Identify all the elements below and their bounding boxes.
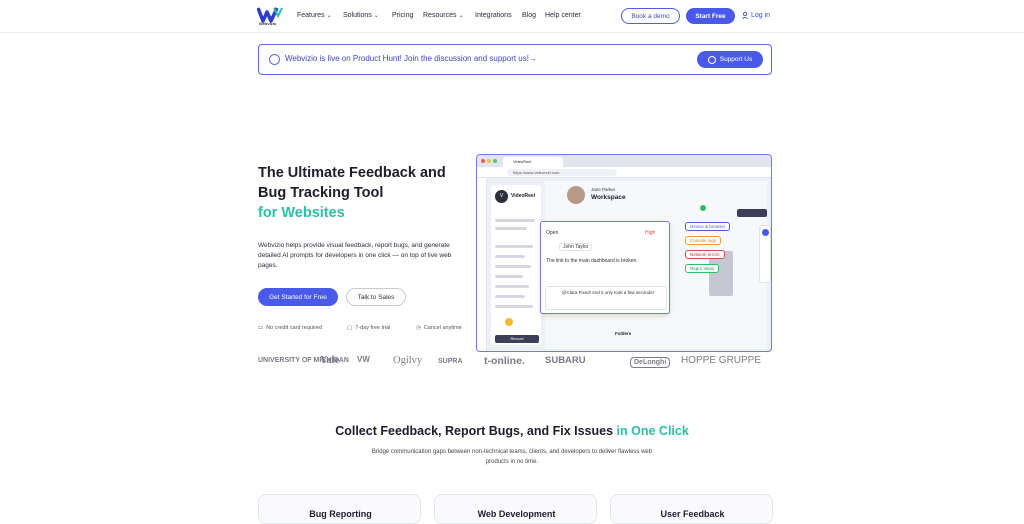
product-hunt-banner[interactable]: Webvizio is live on Product Hunt! Join t…: [258, 44, 772, 75]
logo-yale: Yale: [320, 355, 340, 366]
support-us-button[interactable]: Support Us: [697, 51, 763, 68]
tag-device-browser: Device & browser: [685, 222, 731, 231]
status-dropdown[interactable]: Open: [546, 230, 558, 236]
nav-pricing[interactable]: Pricing: [392, 12, 413, 19]
feature-trial: ▢ 7-day free trial: [347, 325, 391, 331]
chevron-down-icon: ⌄: [326, 13, 332, 19]
nav-integrations[interactable]: Integrations: [475, 12, 512, 19]
feedback-popup: Open High John Taylor The link to the ma…: [540, 221, 670, 314]
mockup-right-toolbar: [759, 225, 771, 283]
nav-blog[interactable]: Blog: [522, 12, 536, 19]
user-icon: [742, 12, 748, 19]
chevron-down-icon: ⌄: [373, 13, 379, 19]
comment-box: @Clara Fixed! And it only took a few sec…: [545, 286, 667, 310]
nav-solutions[interactable]: Solutions ⌄: [343, 12, 379, 19]
card-bug-reporting[interactable]: Bug Reporting: [258, 494, 421, 524]
browser-url-bar: https://www.videoreel.com: [477, 167, 771, 178]
logo-supra: SUPRA: [438, 358, 463, 365]
tag-repro-steps: Repro steps: [685, 264, 720, 273]
get-started-button[interactable]: Get Started for Free: [258, 288, 338, 306]
tag-network-errors: Network errors: [685, 250, 725, 259]
logo-vw: VW: [357, 355, 370, 364]
section2-description: Bridge communication gaps between non-te…: [371, 449, 653, 465]
logo-ogilvy: Ogilvy: [393, 355, 423, 366]
mockup-sidebar-panel: V VideoReel Record: [491, 185, 541, 345]
clock-icon: ◷: [416, 325, 421, 331]
tag-console-logs: Console logs: [685, 236, 722, 245]
feature-cancel: ◷ Cancel anytime: [416, 325, 462, 331]
nav-help-center[interactable]: Help center: [545, 12, 581, 19]
card-icon: ▭: [258, 325, 264, 331]
banner-text[interactable]: Webvizio is live on Product Hunt! Join t…: [285, 54, 537, 63]
card-user-feedback[interactable]: User Feedback: [610, 494, 773, 524]
product-hunt-icon: [269, 54, 280, 65]
mockup-toolbar: [477, 178, 487, 351]
card-web-development[interactable]: Web Development: [434, 494, 597, 524]
nav-features[interactable]: Features ⌄: [297, 12, 332, 19]
product-hunt-icon: [707, 55, 716, 64]
browser-tab-bar: VideoReel: [477, 155, 771, 167]
feature-no-card: ▭ No credit card required: [258, 325, 323, 331]
hero-description: Webvizio helps provide visual feedback, …: [258, 242, 452, 269]
book-demo-button[interactable]: Book a demo: [621, 8, 680, 24]
issue-text: The link to the main dashboard is broken…: [546, 258, 638, 264]
start-free-button[interactable]: Start Free: [686, 8, 735, 24]
logo-t-online: t-online.: [484, 355, 525, 367]
nav-resources[interactable]: Resources ⌄: [423, 12, 464, 19]
logo-delonghi: DeLonghi: [630, 357, 671, 368]
section2-title: Collect Feedback, Report Bugs, and Fix I…: [335, 424, 689, 438]
hero-title-accent: for Websites: [258, 205, 345, 221]
chevron-down-icon: ⌄: [458, 13, 464, 19]
priority-badge[interactable]: High: [645, 230, 655, 236]
hero-title: The Ultimate Feedback and Bug Tracking T…: [258, 165, 446, 201]
brand-name: Webvizio: [259, 21, 277, 26]
logo-subaru: SUBARU: [545, 355, 586, 366]
login-link[interactable]: Log in: [742, 12, 770, 19]
logo-hoppe: HOPPE GRUPPE: [681, 355, 762, 366]
site-header: Webvizio Features ⌄ Solutions ⌄ Pricing Re…: [0, 0, 1024, 33]
talk-to-sales-button[interactable]: Talk to Sales: [346, 288, 406, 306]
calendar-icon: ▢: [347, 325, 353, 331]
assignee-field[interactable]: John Taylor: [559, 243, 593, 251]
